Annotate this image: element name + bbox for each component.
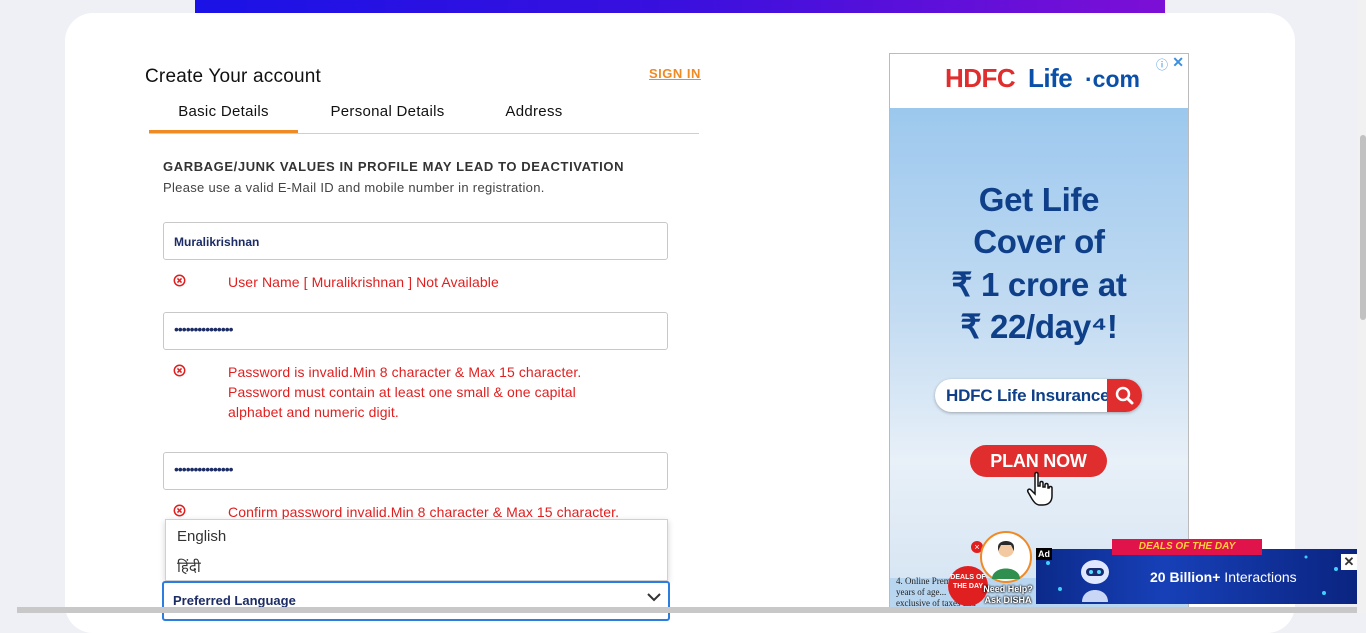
ad-info-icon[interactable]: ⓘ: [1156, 56, 1168, 73]
preferred-language-select[interactable]: Preferred Language: [162, 581, 670, 621]
password-error: Password is invalid.Min 8 character & Ma…: [228, 362, 581, 422]
language-option-english[interactable]: English: [177, 528, 226, 545]
page-title: Create Your account: [145, 66, 321, 87]
ad-brand-hdfc: HDFC: [945, 63, 1016, 93]
ad-close-icon[interactable]: ✕: [1172, 54, 1184, 71]
banner-text-rest: Interactions: [1220, 569, 1297, 585]
banner-text: 20 Billion+ Interactions: [1150, 569, 1297, 585]
ad-search-bar[interactable]: HDFC Life Insurance: [935, 379, 1142, 412]
chevron-down-icon: [647, 593, 661, 602]
assistant-avatar-icon: [992, 541, 1020, 579]
pointer-hand-icon: [1027, 471, 1053, 506]
ad-headline-line: Cover of: [973, 223, 1105, 260]
disha-assistant-avatar[interactable]: [980, 531, 1032, 583]
preferred-language-value: Preferred Language: [173, 593, 296, 608]
ad-brand-life: Life: [1028, 63, 1073, 93]
password-error-line: Password must contain at least one small…: [228, 384, 576, 400]
warning-subtext: Please use a valid E-Mail ID and mobile …: [163, 180, 545, 195]
search-icon: [1115, 386, 1134, 405]
error-icon: [173, 364, 186, 377]
ad-headline-line: Get Life: [978, 181, 1100, 218]
ad-brand-com: ·com: [1085, 66, 1140, 92]
form-tabs: Basic Details Personal Details Address: [149, 103, 699, 134]
tab-personal-details[interactable]: Personal Details: [309, 103, 466, 132]
horizontal-scrollbar[interactable]: [17, 607, 1357, 613]
username-error: User Name [ Muralikrishnan ] Not Availab…: [228, 274, 499, 290]
tab-address[interactable]: Address: [479, 103, 589, 132]
ad-search-text: HDFC Life Insurance: [946, 386, 1110, 405]
language-option-hindi[interactable]: हिंदी: [177, 557, 201, 577]
confirm-password-field[interactable]: •••••••••••••••: [163, 452, 668, 490]
ad-header: HDFC Life ·com ⓘ ✕: [890, 54, 1188, 108]
ad-label: Ad: [1036, 548, 1052, 560]
scrollbar-thumb[interactable]: [1360, 135, 1366, 320]
password-mask: •••••••••••••••: [174, 321, 234, 337]
robot-icon: [1081, 560, 1109, 602]
ad-headline-line: ₹ 22/day⁴!: [960, 308, 1118, 345]
confirm-password-mask: •••••••••••••••: [174, 461, 234, 477]
ad-search-button[interactable]: [1107, 379, 1142, 412]
password-error-line: Password is invalid.Min 8 character & Ma…: [228, 364, 582, 380]
deals-of-the-day-title: DEALS OF THE DAY: [1112, 539, 1262, 555]
error-icon: [173, 504, 186, 517]
top-gradient-band: [195, 0, 1165, 13]
error-icon: [173, 274, 186, 287]
password-error-line: alphabet and numeric digit.: [228, 404, 399, 420]
warning-heading: GARBAGE/JUNK VALUES IN PROFILE MAY LEAD …: [163, 159, 625, 174]
sign-in-link[interactable]: SIGN IN: [649, 66, 701, 81]
language-dropdown-list: English हिंदी: [165, 519, 668, 581]
banner-close-icon[interactable]: ✕: [1341, 554, 1357, 570]
ad-headline-line: ₹ 1 crore at: [951, 266, 1127, 303]
disha-help-label[interactable]: Need Help? Ask DISHA: [981, 584, 1035, 606]
banner-text-bold: 20 Billion+: [1150, 569, 1221, 585]
username-value: Muralikrishnan: [174, 235, 260, 249]
username-field[interactable]: Muralikrishnan: [163, 222, 668, 260]
password-field[interactable]: •••••••••••••••: [163, 312, 668, 350]
tab-basic-details[interactable]: Basic Details: [149, 103, 298, 133]
insurance-ad[interactable]: HDFC Life ·com ⓘ ✕ Get Life Cover of ₹ 1…: [889, 53, 1189, 613]
